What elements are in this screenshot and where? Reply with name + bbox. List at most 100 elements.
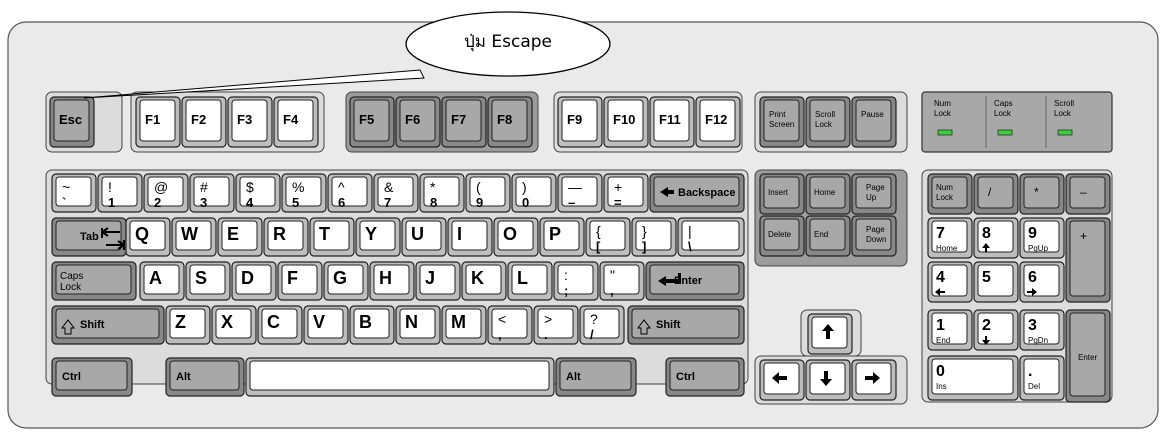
key-end[interactable]: End — [805, 215, 851, 257]
key-f9[interactable]: F9 — [557, 96, 603, 148]
key-7[interactable]: &7 — [373, 173, 419, 213]
key-b[interactable]: B — [349, 305, 395, 345]
key-equals[interactable]: += — [603, 173, 649, 213]
key-s[interactable]: S — [185, 261, 231, 301]
key-6[interactable]: ^6 — [327, 173, 373, 213]
key-f6[interactable]: F6 — [395, 96, 441, 148]
key-scroll-lock[interactable]: ScrollLock — [805, 96, 851, 148]
key-backspace[interactable]: Backspace — [649, 173, 745, 213]
key-p[interactable]: P — [539, 217, 585, 257]
key-o[interactable]: O — [493, 217, 539, 257]
key-print-screen[interactable]: PrintScreen — [759, 96, 805, 148]
key-ralt[interactable]: Alt — [555, 357, 637, 397]
key-f4[interactable]: F4 — [273, 96, 319, 148]
key-f8[interactable]: F8 — [487, 96, 533, 148]
key-semicolon[interactable]: :; — [553, 261, 599, 301]
key-delete[interactable]: Delete — [759, 215, 805, 257]
key-y[interactable]: Y — [355, 217, 401, 257]
key-quote[interactable]: ", — [599, 261, 645, 301]
key-r[interactable]: R — [263, 217, 309, 257]
key-period[interactable]: >. — [533, 305, 579, 345]
key-m[interactable]: M — [441, 305, 487, 345]
key-enter[interactable]: Enter — [645, 261, 745, 301]
key-capslock[interactable]: CapsLock — [51, 261, 137, 301]
key-np8[interactable]: 8 — [973, 217, 1019, 259]
key-j[interactable]: J — [415, 261, 461, 301]
key-rbracket[interactable]: }] — [631, 217, 677, 257]
key-tilde[interactable]: ~` — [51, 173, 97, 213]
key-np0[interactable]: 0 Ins — [927, 355, 1019, 401]
key-3[interactable]: #3 — [189, 173, 235, 213]
key-np5[interactable]: 5 — [973, 261, 1019, 303]
key-0[interactable]: )0 — [511, 173, 557, 213]
key-np9[interactable]: 9 PgUp — [1019, 217, 1065, 259]
key-e[interactable]: E — [217, 217, 263, 257]
key-add[interactable]: + — [1065, 217, 1111, 303]
key-subtract[interactable]: – — [1065, 173, 1111, 215]
key-x[interactable]: X — [211, 305, 257, 345]
key-arrow-right[interactable] — [851, 359, 897, 401]
key-f5[interactable]: F5 — [349, 96, 395, 148]
key-arrow-down[interactable] — [805, 359, 851, 401]
key-lbracket[interactable]: {[ — [585, 217, 631, 257]
key-insert[interactable]: Insert — [759, 173, 805, 215]
key-arrow-left[interactable] — [759, 359, 805, 401]
key-u[interactable]: U — [401, 217, 447, 257]
key-space[interactable] — [245, 357, 555, 397]
key-np6[interactable]: 6 — [1019, 261, 1065, 303]
key-k[interactable]: K — [461, 261, 507, 301]
key-slash[interactable]: ?/ — [579, 305, 625, 345]
key-i[interactable]: I — [447, 217, 493, 257]
key-f7[interactable]: F7 — [441, 96, 487, 148]
key-arrow-up[interactable] — [807, 313, 853, 355]
key-5[interactable]: %5 — [281, 173, 327, 213]
key-npenter[interactable]: Enter — [1065, 309, 1111, 403]
key-l[interactable]: L — [507, 261, 553, 301]
key-8[interactable]: *8 — [419, 173, 465, 213]
key-2[interactable]: @2 — [143, 173, 189, 213]
key-f2[interactable]: F2 — [181, 96, 227, 148]
key-f1[interactable]: F1 — [135, 96, 181, 148]
key-f3[interactable]: F3 — [227, 96, 273, 148]
key-home[interactable]: Home — [805, 173, 851, 215]
key-pause[interactable]: Pause — [851, 96, 897, 148]
key-f10[interactable]: F10 — [603, 96, 649, 148]
key-f[interactable]: F — [277, 261, 323, 301]
key-c[interactable]: C — [257, 305, 303, 345]
key-t[interactable]: T — [309, 217, 355, 257]
key-n[interactable]: N — [395, 305, 441, 345]
key-h[interactable]: H — [369, 261, 415, 301]
key-backslash[interactable]: |\ — [677, 217, 745, 257]
key-np1[interactable]: 1 End — [927, 309, 973, 351]
key-z[interactable]: Z — [165, 305, 211, 345]
key-np7[interactable]: 7 Home — [927, 217, 973, 259]
key-divide[interactable]: / — [973, 173, 1019, 215]
key-np2[interactable]: 2 — [973, 309, 1019, 351]
key-v[interactable]: V — [303, 305, 349, 345]
key-tab[interactable]: Tab — [51, 217, 127, 257]
key-comma[interactable]: <, — [487, 305, 533, 345]
key-lalt[interactable]: Alt — [165, 357, 245, 397]
key-rctrl[interactable]: Ctrl — [665, 357, 745, 397]
key-d[interactable]: D — [231, 261, 277, 301]
key-4[interactable]: $4 — [235, 173, 281, 213]
key-f11[interactable]: F11 — [649, 96, 695, 148]
key-w[interactable]: W — [171, 217, 217, 257]
key-np4[interactable]: 4 — [927, 261, 973, 303]
key-f12[interactable]: F12 — [695, 96, 741, 148]
key-g[interactable]: G — [323, 261, 369, 301]
key-q[interactable]: Q — [125, 217, 171, 257]
key-page-down[interactable]: PageDown — [851, 215, 897, 257]
key-esc[interactable]: Esc — [49, 96, 95, 148]
key-9[interactable]: (9 — [465, 173, 511, 213]
key-np3[interactable]: 3 PgDn — [1019, 309, 1065, 351]
key-multiply[interactable]: * — [1019, 173, 1065, 215]
key-1[interactable]: !1 — [97, 173, 143, 213]
key-lshift[interactable]: Shift — [51, 305, 165, 345]
key-rshift[interactable]: Shift — [627, 305, 745, 345]
key-numlock[interactable]: NumLock — [927, 173, 973, 215]
key-minus[interactable]: —– — [557, 173, 603, 213]
key-npdot[interactable]: . Del — [1019, 355, 1065, 401]
key-page-up[interactable]: PageUp — [851, 173, 897, 215]
key-lctrl[interactable]: Ctrl — [51, 357, 133, 397]
